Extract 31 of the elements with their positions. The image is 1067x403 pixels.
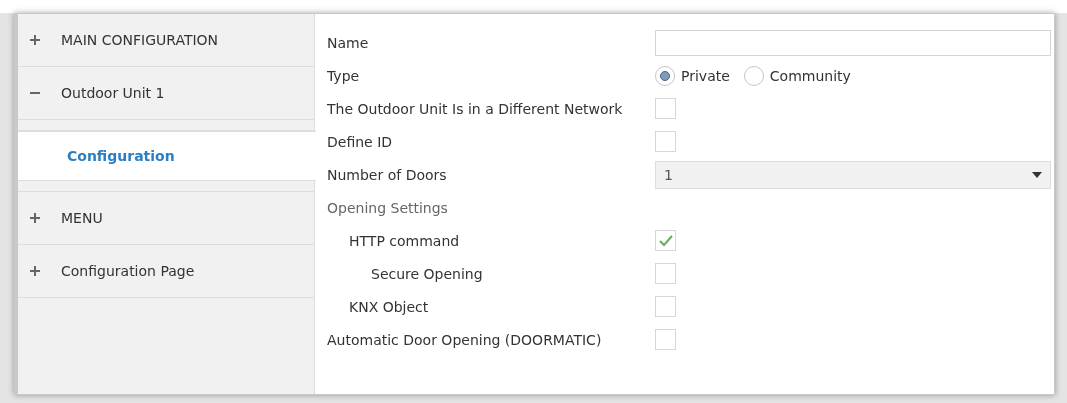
field-label: Number of Doors (327, 166, 447, 183)
radio-label[interactable]: Private (681, 67, 730, 84)
sidebar-subitem[interactable]: Configuration (18, 131, 316, 181)
checkbox[interactable] (655, 329, 676, 350)
sidebar-item[interactable]: Configuration Page (18, 245, 314, 298)
section-heading: Opening Settings (327, 199, 448, 216)
name-input[interactable] (655, 29, 1051, 56)
checkbox[interactable] (655, 230, 676, 251)
sidebar-item[interactable]: MAIN CONFIGURATION (18, 14, 314, 67)
sidebar-item[interactable]: Outdoor Unit 1 (18, 67, 314, 120)
checkbox[interactable] (655, 296, 676, 317)
field-label: Define ID (327, 133, 393, 150)
sidebar-item[interactable]: MENU (18, 192, 314, 245)
checkbox[interactable] (655, 131, 676, 152)
field-label: Type (327, 67, 360, 84)
field-label: Secure Opening (371, 265, 483, 282)
field-label: Automatic Door Opening (DOORMATIC) (327, 331, 602, 348)
plus-icon (29, 265, 41, 277)
field-label: The Outdoor Unit Is in a Different Network (327, 100, 623, 117)
radio-label[interactable]: Community (769, 67, 851, 84)
field-label: KNX Object (349, 298, 429, 315)
radio-button[interactable] (655, 65, 675, 86)
field-label: HTTP command (349, 232, 460, 249)
plus-icon (29, 34, 41, 46)
checkbox[interactable] (655, 263, 676, 284)
doors-dropdown[interactable]: 1 (655, 160, 1051, 189)
caret-icon (1032, 171, 1042, 178)
checkbox[interactable] (655, 98, 676, 119)
radio-button[interactable] (743, 65, 764, 86)
field-label: Name (327, 34, 369, 51)
plus-icon (29, 212, 41, 224)
